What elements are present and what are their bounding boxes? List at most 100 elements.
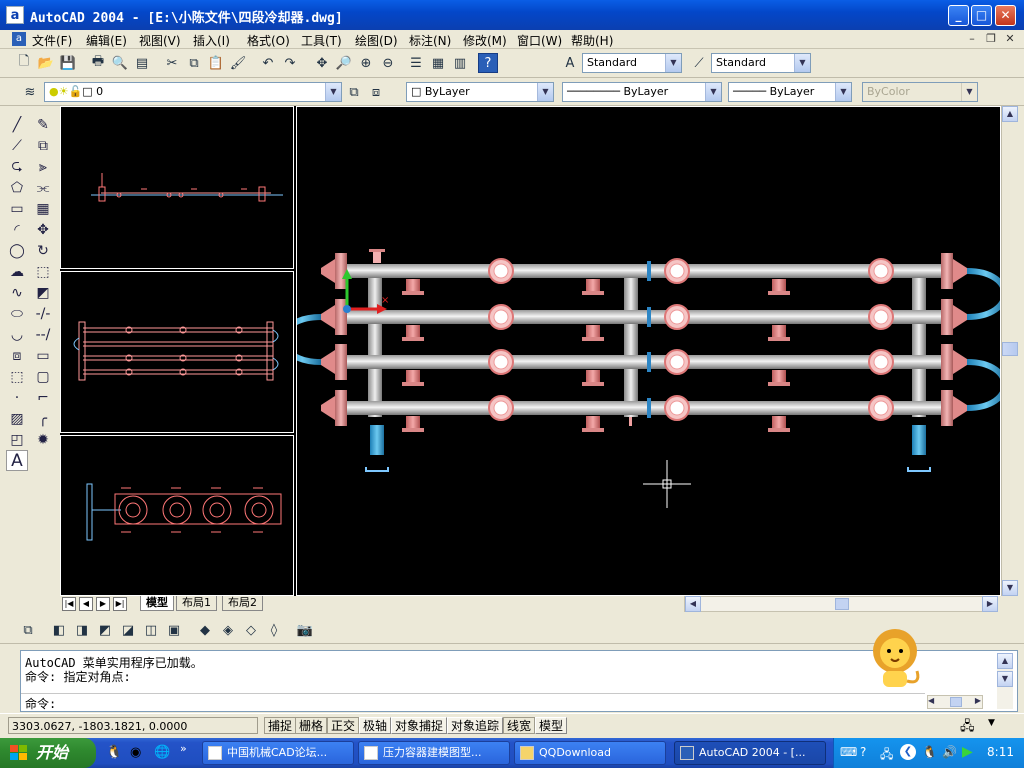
prev-tab-icon[interactable]: ◀ [79,597,93,611]
nw-iso-icon[interactable]: ◊ [264,620,284,640]
status-menu-arrow-icon[interactable]: ▼ [988,718,995,728]
make-object-layer-current-icon[interactable]: ⧉ [344,82,364,102]
top-view-icon[interactable]: ◧ [49,620,69,640]
color-select[interactable]: □ ByLayer ▼ [406,82,554,102]
rotate-icon[interactable]: ↻ [32,240,54,261]
menu-tools[interactable]: 工具(T) [301,32,342,49]
circle-icon[interactable]: ◯ [6,240,28,261]
menu-file[interactable]: 文件(F) [32,32,72,49]
extend-icon[interactable]: --/ [32,324,54,345]
text-style-select[interactable]: Standard ▼ [582,53,682,73]
plot-preview-icon[interactable]: 🔍 [110,53,130,73]
quick-launch-media-icon[interactable]: ◉ [130,745,141,760]
camera-icon[interactable]: 📷 [295,620,315,640]
menu-help[interactable]: 帮助(H) [571,32,613,49]
ellipse-arc-icon[interactable]: ◡ [6,324,28,345]
mirror-icon[interactable]: ⫸ [32,156,54,177]
publish-icon[interactable]: ▤ [132,53,152,73]
command-vscroll[interactable]: ▲ ▼ [997,653,1013,709]
viewport-top-view[interactable] [60,106,294,269]
print-icon[interactable]: 🖶 [88,53,108,73]
sw-iso-icon[interactable]: ◆ [195,620,215,640]
scroll-left-icon[interactable]: ◀ [928,696,934,705]
cut-icon[interactable]: ✂ [162,53,182,73]
erase-icon[interactable]: ✎ [32,114,54,135]
menu-view[interactable]: 视图(V) [139,32,181,49]
menu-modify[interactable]: 修改(M) [463,32,507,49]
menu-draw[interactable]: 绘图(D) [355,32,398,49]
offset-icon[interactable]: ⫘ [32,177,54,198]
properties-icon[interactable]: ☰ [406,53,426,73]
layer-previous-icon[interactable]: ⧈ [366,82,386,102]
bottom-view-icon[interactable]: ◨ [72,620,92,640]
hatch-icon[interactable]: ▨ [6,408,28,429]
tab-model[interactable]: 模型 [140,596,174,611]
front-view-icon[interactable]: ◫ [141,620,161,640]
new-icon[interactable]: 🗋 [14,53,34,73]
osnap-toggle[interactable]: 对象捕捉 [391,717,448,734]
qq-icon[interactable]: 🐧 [922,745,937,759]
polar-toggle[interactable]: 极轴 [359,717,392,734]
vertical-scroll-thumb[interactable] [1002,342,1018,356]
menu-dimension[interactable]: 标注(N) [409,32,451,49]
text-style-icon[interactable]: A [560,53,580,73]
lineweight-select[interactable]: ───── ByLayer ▼ [728,82,852,102]
viewport-side-view[interactable] [60,435,294,596]
grid-toggle[interactable]: 栅格 [295,717,328,734]
doc-minimize-button[interactable]: – [964,32,980,46]
quick-launch-messenger-icon[interactable]: 🐧 [106,745,122,760]
volume-icon[interactable]: 🔊 [942,745,957,759]
ne-iso-icon[interactable]: ◇ [241,620,261,640]
start-button[interactable]: 开始 [0,738,96,768]
help-icon[interactable]: ? [478,53,498,73]
named-views-icon[interactable]: ⧉ [18,620,38,640]
menu-window[interactable]: 窗口(W) [517,32,562,49]
linetype-select[interactable]: ──────── ByLayer ▼ [562,82,722,102]
revision-cloud-icon[interactable]: ☁ [6,261,28,282]
pan-icon[interactable]: ✥ [312,53,332,73]
ortho-toggle[interactable]: 正交 [327,717,360,734]
arc-icon[interactable]: ◜ [6,219,28,240]
right-view-icon[interactable]: ◪ [118,620,138,640]
rectangle-icon[interactable]: ▭ [6,198,28,219]
copy-icon[interactable]: ⧉ [184,53,204,73]
taskbar-item-pressure-vessel[interactable]: 压力容器建模图型... [358,741,510,765]
scroll-up-icon[interactable]: ▲ [997,653,1013,669]
tab-layout1[interactable]: 布局1 [176,596,217,611]
dim-style-icon[interactable]: ⟋ [689,53,709,73]
tool-palettes-icon[interactable]: ▥ [450,53,470,73]
point-icon[interactable]: · [6,387,28,408]
scroll-up-icon[interactable]: ▲ [1002,106,1018,122]
quick-launch-more-icon[interactable]: » [180,742,187,755]
otrack-toggle[interactable]: 对象追踪 [447,717,504,734]
undo-icon[interactable]: ↶ [258,53,278,73]
trim-icon[interactable]: -/- [32,303,54,324]
move-icon[interactable]: ✥ [32,219,54,240]
scroll-down-icon[interactable]: ▼ [1002,580,1018,596]
break-at-point-icon[interactable]: ▢ [32,366,54,387]
horizontal-scrollbar[interactable]: ◀ ▶ [684,596,998,612]
open-icon[interactable]: 📂 [36,53,56,73]
dim-style-select[interactable]: Standard ▼ [711,53,811,73]
close-button[interactable]: ✕ [995,5,1016,26]
scroll-right-icon[interactable]: ▶ [982,596,998,612]
layer-manager-icon[interactable]: ≋ [20,82,40,102]
command-hscroll[interactable]: ◀ ▶ [927,695,983,709]
command-window[interactable]: AutoCAD 菜单实用程序已加载。 命令: 指定对角点: 命令: ◀ ▶ ▲ … [20,629,1018,712]
next-tab-icon[interactable]: ▶ [96,597,110,611]
quick-launch-browser-icon[interactable]: 🌐 [154,745,170,760]
viewport-3d-model[interactable]: × [280,106,1008,596]
menu-insert[interactable]: 插入(I) [193,32,230,49]
keyboard-icon[interactable]: ⌨ [840,745,857,759]
zoom-realtime-icon[interactable]: 🔎 [334,53,354,73]
snap-toggle[interactable]: 捕捉 [264,717,297,734]
lineweight-toggle[interactable]: 线宽 [503,717,536,734]
spline-icon[interactable]: ∿ [6,282,28,303]
lion-assistant-icon[interactable] [863,625,927,691]
network-icon[interactable]: 🖧 [880,745,893,766]
drawing-area[interactable]: × [60,106,1008,596]
scroll-left-icon[interactable]: ◀ [685,596,701,612]
make-block-icon[interactable]: ⬚ [6,366,28,387]
save-icon[interactable]: 💾 [58,53,78,73]
command-hscroll-thumb[interactable] [950,697,962,707]
